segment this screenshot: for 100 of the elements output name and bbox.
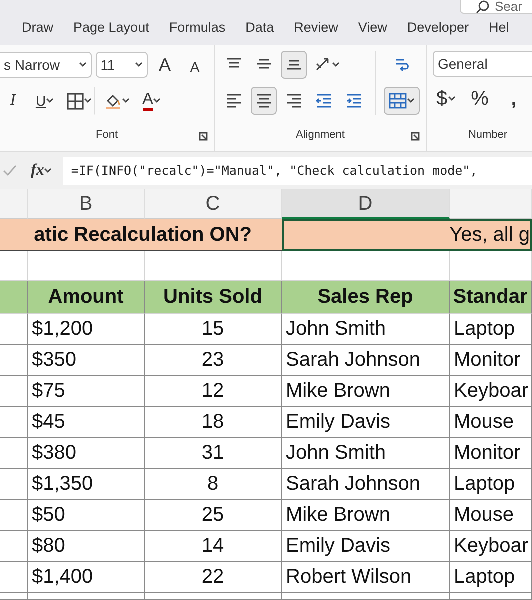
currency-button[interactable]: $ [433,85,459,113]
caret-icon [332,62,340,68]
caret-icon [122,98,130,104]
table-cell: Keyboar [450,376,532,407]
table-cell: John Smith [282,314,450,345]
caret-icon [153,98,162,104]
table-cell: 14 [145,531,282,562]
caret-icon [407,98,415,104]
align-bottom-button[interactable] [281,51,307,79]
table-cell: 31 [145,438,282,469]
comma-style-button[interactable]: , [501,85,527,113]
table-cell: Sarah Johnson [282,345,450,376]
table-cell: Robert Wilson [282,562,450,593]
table-cell: $1,200 [28,314,145,345]
column-header[interactable]: D [282,189,450,219]
table-cell: $1,350 [28,469,145,500]
empty-cell [0,562,28,593]
table-cell: $1,400 [28,562,145,593]
grow-font-button[interactable]: A [152,51,178,79]
table-cell: Laptop [450,469,532,500]
align-center-button[interactable] [251,87,277,115]
table-cell: Keyboar [450,531,532,562]
empty-cell [0,376,28,407]
table-cell: Yes, all g [282,219,532,251]
caret-icon [448,96,456,102]
table-cell: John Smith [282,438,450,469]
ribbon-tab[interactable]: Data [246,14,274,45]
search-field[interactable]: Sear [460,0,532,14]
ribbon-tab[interactable]: View [358,14,388,45]
borders-icon [67,92,84,110]
empty-cell [0,500,28,531]
group-label: Font [94,128,119,142]
borders-button[interactable] [64,87,95,115]
dialog-launcher-icon[interactable] [199,132,208,141]
table-cell: atic Recalculation ON? [0,219,282,251]
table-cell: $45 [28,407,145,438]
column-heading: Units Sold [145,281,282,314]
table-cell: Laptop [450,314,532,345]
table-cell: $50 [28,500,145,531]
ribbon-tab[interactable]: Review [294,14,338,45]
font-name-dropdown[interactable]: s Narrow [0,52,92,78]
table-cell: Emily Davis [282,531,450,562]
table-cell: $380 [28,438,145,469]
checkmark-icon[interactable] [2,164,18,178]
merge-cells-icon [389,93,407,109]
font-size-dropdown[interactable]: 11 [96,52,148,78]
group-label: Number [467,128,509,142]
empty-cell [0,469,28,500]
percent-button[interactable]: % [467,85,493,113]
empty-cell [0,407,28,438]
formula-field[interactable]: =IF(INFO("recalc")="Manual", "Check calculation mode", [63,156,532,184]
caret-icon [135,62,143,68]
table-cell: 8 [145,469,282,500]
increase-indent-icon [345,92,363,110]
column-heading: Amount [28,281,145,314]
dialog-launcher-icon[interactable] [411,132,420,141]
merge-center-button[interactable] [384,87,420,115]
table-cell: 23 [145,345,282,376]
ribbon-tab[interactable]: Formulas [169,14,226,45]
column-header[interactable]: C [145,189,282,219]
table-cell: $75 [28,376,145,407]
decrease-indent-icon [315,92,333,110]
table-cell: Emily Davis [282,407,450,438]
table-cell: 15 [145,314,282,345]
empty-cell [0,438,28,469]
number-format-dropdown[interactable]: General [433,51,532,77]
column-header[interactable]: B [28,189,145,219]
align-left-icon [225,92,243,110]
column-heading: Standar [450,281,532,314]
ribbon-tab[interactable]: Draw [22,14,54,45]
shrink-font-button[interactable]: A [182,51,208,79]
italic-button[interactable]: I [0,87,26,115]
table-cell: Mouse [450,500,532,531]
empty-cell [0,531,28,562]
caret-icon [46,98,54,104]
table-cell: Monitor [450,345,532,376]
caret-icon [84,98,92,104]
font-color-button[interactable]: A [139,87,165,115]
table-cell: Monitor [450,438,532,469]
caret-icon [44,168,52,174]
table-cell: 22 [145,562,282,593]
align-right-icon [285,92,303,110]
insert-function-button[interactable]: fx [28,156,56,184]
align-center-icon [255,92,273,110]
table-cell: Mike Brown [282,500,450,531]
underline-button[interactable]: U [32,87,58,115]
table-cell: 25 [145,500,282,531]
ribbon-tab[interactable]: Developer [407,14,469,45]
group-label: Alignment [295,128,346,142]
table-cell: $350 [28,345,145,376]
table-cell: 12 [145,376,282,407]
table-cell: Mike Brown [282,376,450,407]
empty-cell [0,281,28,314]
ribbon-tab[interactable]: Hel [488,14,510,45]
table-cell: Laptop [450,562,532,593]
ribbon-tab[interactable]: Page Layout [74,14,150,45]
caret-icon [78,62,87,68]
table-cell: Mouse [450,407,532,438]
empty-cell [0,345,28,376]
table-cell: Sarah Johnson [282,469,450,500]
